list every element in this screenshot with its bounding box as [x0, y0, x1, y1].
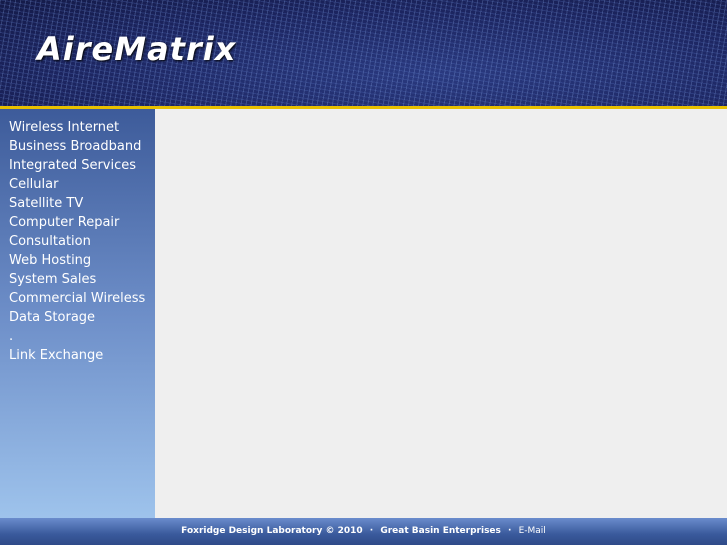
nav-cellular[interactable]: Cellular	[0, 175, 155, 194]
nav-web-hosting[interactable]: Web Hosting	[0, 251, 155, 270]
site-logo[interactable]: AireMatrix	[37, 30, 236, 68]
nav-wireless-internet[interactable]: Wireless Internet	[0, 118, 155, 137]
header-banner: AireMatrix	[0, 0, 727, 106]
footer: Foxridge Design Laboratory © 2010 · Grea…	[0, 518, 727, 545]
nav-satellite-tv[interactable]: Satellite TV	[0, 194, 155, 213]
main-content	[155, 109, 727, 518]
sidebar-nav: Wireless Internet Business Broadband Int…	[0, 109, 155, 518]
footer-separator: ·	[508, 526, 512, 536]
footer-partner-link[interactable]: Great Basin Enterprises	[380, 526, 501, 536]
nav-commercial-wireless[interactable]: Commercial Wireless	[0, 289, 155, 308]
nav-integrated-services[interactable]: Integrated Services	[0, 156, 155, 175]
nav-computer-repair[interactable]: Computer Repair	[0, 213, 155, 232]
nav-consultation[interactable]: Consultation	[0, 232, 155, 251]
footer-email-link[interactable]: E-Mail	[519, 526, 546, 536]
footer-copyright: Foxridge Design Laboratory © 2010	[181, 526, 363, 536]
footer-separator: ·	[369, 526, 374, 536]
nav-separator-dot: .	[9, 329, 14, 344]
nav-business-broadband[interactable]: Business Broadband	[0, 137, 155, 156]
nav-data-storage[interactable]: Data Storage	[0, 308, 155, 327]
nav-system-sales[interactable]: System Sales	[0, 270, 155, 289]
nav-link-exchange[interactable]: Link Exchange	[0, 346, 155, 365]
